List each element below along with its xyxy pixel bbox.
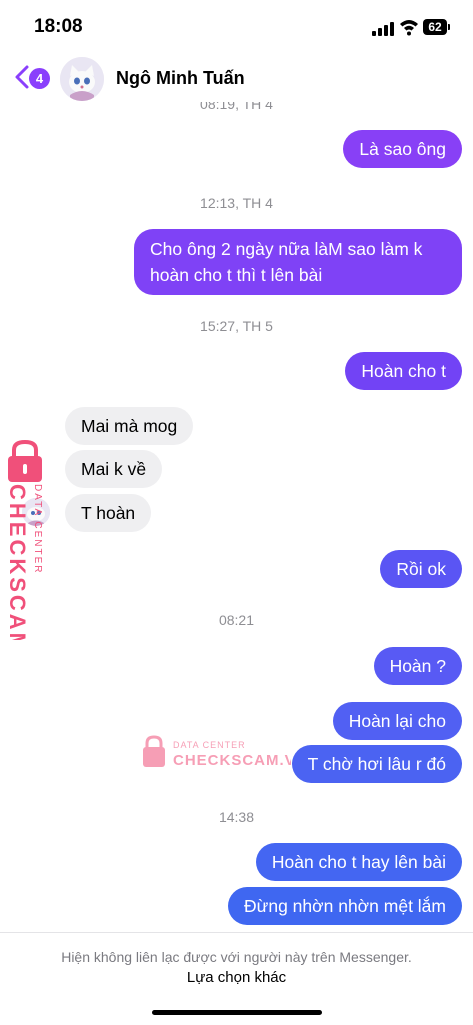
wifi-icon xyxy=(400,20,418,36)
contact-avatar[interactable] xyxy=(60,57,104,101)
outgoing-message[interactable]: Hoàn lại cho xyxy=(332,702,462,740)
watermark-brand: CHECKSCAM.VN xyxy=(173,752,291,769)
outgoing-message[interactable]: Hoàn cho t hay lên bài xyxy=(255,843,462,881)
message-timestamp: 15:27, TH 5 xyxy=(200,318,273,334)
status-bar: 18:08 62 xyxy=(0,0,473,52)
status-time: 18:08 xyxy=(34,16,83,37)
watermark-caption: DATA CENTER xyxy=(173,740,246,750)
message-timestamp: 12:13, TH 4 xyxy=(200,195,273,211)
home-indicator[interactable] xyxy=(152,1010,322,1015)
outgoing-message[interactable]: Hoàn ? xyxy=(373,647,462,685)
incoming-message[interactable]: T hoàn xyxy=(65,494,152,532)
watermark-center: DATA CENTER CHECKSCAM.VN xyxy=(141,734,307,770)
unread-count-badge[interactable]: 4 xyxy=(29,68,50,89)
composer-unavailable-footer: Hiện không liên lạc được với người này t… xyxy=(0,932,473,1025)
incoming-message[interactable]: Mai k về xyxy=(65,450,163,488)
outgoing-message[interactable]: T chờ hơi lâu r đó xyxy=(291,745,462,783)
battery-icon: 62 xyxy=(423,19,447,35)
battery-tip xyxy=(448,24,450,30)
outgoing-message[interactable]: Rồi ok xyxy=(380,550,462,588)
incoming-message[interactable]: Mai mà mog xyxy=(65,407,194,445)
outgoing-message[interactable]: Hoàn cho t xyxy=(345,352,462,390)
contact-name[interactable]: Ngô Minh Tuấn xyxy=(116,68,245,89)
outgoing-message[interactable]: Đừng nhờn nhờn mệt lắm xyxy=(228,887,462,925)
watermark-side: CHECKSCAM.VN DATA CENTER xyxy=(4,439,54,700)
cellular-signal-icon xyxy=(372,22,394,36)
message-timestamp: 08:21 xyxy=(218,612,255,628)
other-options-link[interactable]: Lựa chọn khác xyxy=(0,969,473,986)
unavailable-notice: Hiện không liên lạc được với người này t… xyxy=(61,949,412,965)
message-timestamp: 08:19, TH 4 xyxy=(200,102,273,112)
watermark-brand-vertical: CHECKSCAM.VN xyxy=(5,484,30,640)
outgoing-message[interactable]: Là sao ông xyxy=(343,130,462,168)
watermark-caption-vertical: DATA CENTER xyxy=(32,484,43,575)
message-list[interactable]: 08:19, TH 4 Là sao ông 12:13, TH 4 Cho ô… xyxy=(0,102,473,932)
chat-header: 4 Ngô Minh Tuấn xyxy=(0,52,473,102)
outgoing-message[interactable]: Cho ông 2 ngày nữa làM sao làm k hoàn ch… xyxy=(134,229,462,295)
message-timestamp: 14:38 xyxy=(218,809,255,825)
